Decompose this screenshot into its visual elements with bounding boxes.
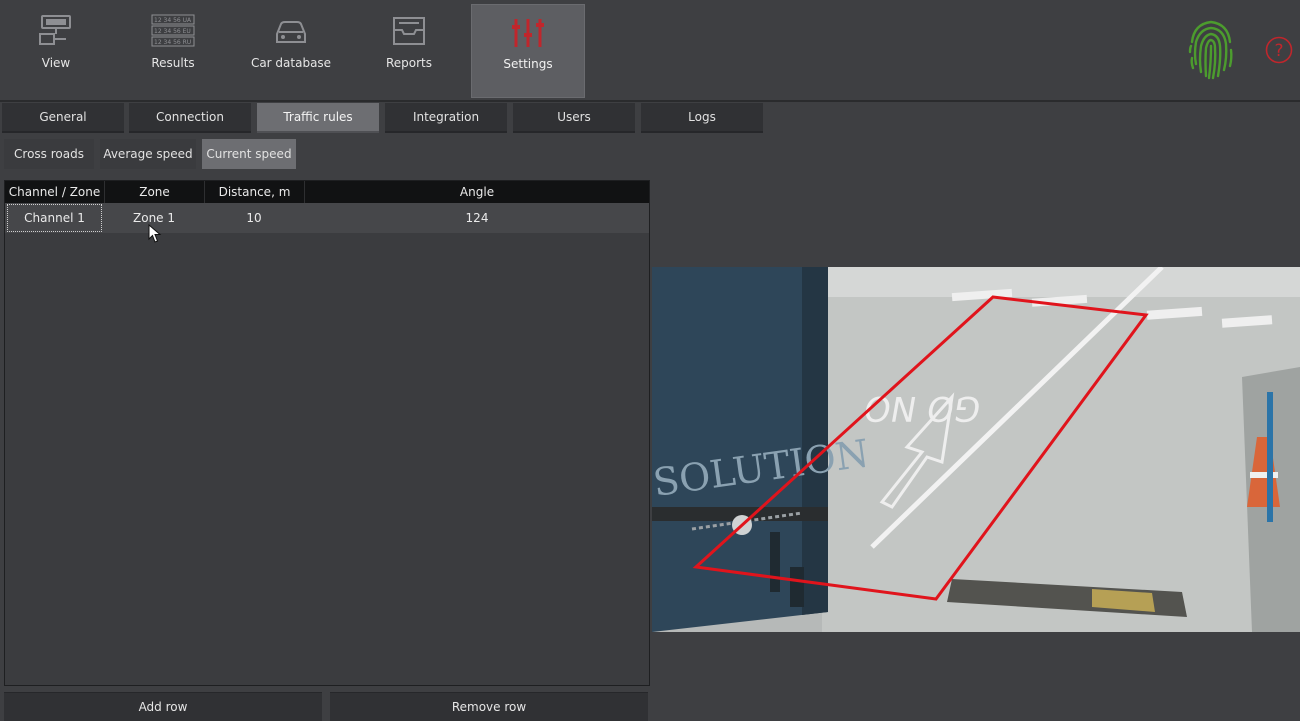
tab-users[interactable]: Users	[513, 103, 635, 133]
column-header-zone[interactable]: Zone	[105, 181, 205, 203]
toolbar-settings-label: Settings	[503, 57, 553, 71]
help-glyph: ?	[1274, 41, 1283, 61]
column-header-distance[interactable]: Distance, m	[205, 181, 305, 203]
cell-channel[interactable]: Channel 1	[6, 203, 103, 233]
toolbar-results-label: Results	[151, 56, 195, 70]
toolbar-reports-label: Reports	[385, 56, 433, 70]
cell-distance[interactable]: 10	[205, 203, 303, 233]
zones-table: Channel / Zone Zone Distance, m Angle Ch…	[4, 180, 650, 686]
cctv-camera-icon	[39, 15, 71, 45]
tab-logs[interactable]: Logs	[641, 103, 763, 133]
remove-row-button[interactable]: Remove row	[330, 692, 648, 721]
column-header-channel-zone[interactable]: Channel / Zone	[5, 181, 105, 203]
mouse-cursor-icon	[148, 224, 162, 243]
subtab-current-speed[interactable]: Current speed	[202, 139, 296, 169]
toolbar-car-database-label: Car database	[250, 56, 332, 70]
table-row[interactable]: Channel 1 Zone 1 10 124	[5, 203, 649, 233]
toolbar-reports-button[interactable]: Reports	[353, 4, 465, 96]
tab-general[interactable]: General	[2, 103, 124, 133]
question-circle-icon[interactable]: ?	[1265, 36, 1293, 64]
subtab-average-speed[interactable]: Average speed	[100, 139, 196, 169]
inbox-tray-icon	[393, 17, 425, 45]
plate-list-icon: 12 34 56 UA 12 34 56 EU 12 34 56 RU	[151, 14, 195, 47]
toolbar-results-button[interactable]: 12 34 56 UA 12 34 56 EU 12 34 56 RU Resu…	[117, 4, 229, 96]
add-row-button[interactable]: Add row	[4, 692, 322, 721]
toolbar-car-database-button[interactable]: Car database	[235, 4, 347, 96]
tab-connection[interactable]: Connection	[129, 103, 251, 133]
tab-traffic-rules[interactable]: Traffic rules	[257, 103, 379, 133]
camera-preview[interactable]: GO NO SOLUTION	[652, 267, 1300, 632]
toolbar-view-button[interactable]: View	[0, 4, 112, 96]
sliders-icon	[512, 19, 544, 47]
table-header: Channel / Zone Zone Distance, m Angle	[5, 181, 649, 203]
results-icon-line-1: 12 34 56 UA	[154, 17, 192, 24]
cell-angle[interactable]: 124	[305, 203, 649, 233]
fingerprint-icon[interactable]	[1186, 18, 1236, 82]
results-icon-line-3: 12 34 56 RU	[154, 39, 191, 46]
results-icon-line-2: 12 34 56 EU	[154, 28, 191, 35]
road-marking-text: GO NO	[861, 388, 984, 428]
tab-integration[interactable]: Integration	[385, 103, 507, 133]
toolbar-settings-button[interactable]: Settings	[471, 4, 585, 98]
main-toolbar: View 12 34 56 UA 12 34 56 EU 12 34 56 RU…	[0, 0, 1300, 102]
camera-frame: GO NO SOLUTION	[652, 267, 1300, 632]
subtab-cross-roads[interactable]: Cross roads	[4, 139, 94, 169]
car-icon	[276, 21, 306, 43]
column-header-angle[interactable]: Angle	[305, 181, 649, 203]
toolbar-view-label: View	[41, 56, 71, 70]
